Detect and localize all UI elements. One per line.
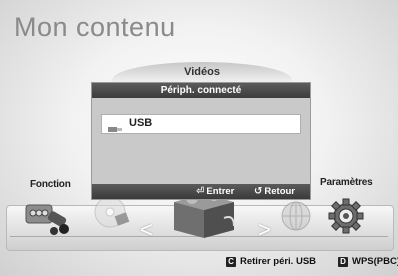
carousel-left-arrow[interactable]: < (140, 217, 153, 243)
wps-hint[interactable]: D WPS(PBC) (338, 256, 398, 267)
home-screen: Mon contenu Fonction < > Paramètres Vidé… (0, 0, 398, 276)
remove-usb-label: Retirer péri. USB (240, 256, 317, 267)
videos-section-tab[interactable]: Vidéos (112, 62, 292, 84)
enter-icon: ⏎ (196, 186, 205, 197)
remove-usb-hint[interactable]: C Retirer péri. USB (226, 256, 316, 267)
device-list-item[interactable]: USB (101, 114, 301, 134)
fonction-label: Fonction (30, 179, 71, 190)
enter-button[interactable]: ⏎ Entrer (196, 184, 234, 199)
dialog-title: Périph. connecté (92, 83, 310, 98)
carousel-right-arrow[interactable]: > (258, 217, 271, 243)
return-icon: ↺ (254, 186, 263, 197)
page-title: Mon contenu (14, 12, 176, 42)
wps-label: WPS(PBC) (352, 256, 398, 267)
d-key-icon: D (338, 256, 348, 267)
return-button[interactable]: ↺ Retour (254, 184, 295, 199)
gear-icon[interactable] (326, 196, 366, 236)
c-key-icon: C (226, 256, 236, 267)
return-label: Retour (264, 186, 296, 197)
dialog-footer: ⏎ Entrer ↺ Retour (92, 184, 310, 199)
usb-icon (108, 120, 122, 132)
function-devices-icon[interactable] (24, 196, 74, 236)
enter-label: Entrer (206, 186, 235, 197)
videos-label: Vidéos (184, 66, 220, 78)
parametres-label: Paramètres (320, 177, 373, 188)
device-label: USB (129, 117, 153, 129)
connected-device-dialog: Périph. connecté USB ⏎ Entrer ↺ Retour (91, 82, 311, 200)
globe-icon[interactable] (276, 196, 316, 236)
